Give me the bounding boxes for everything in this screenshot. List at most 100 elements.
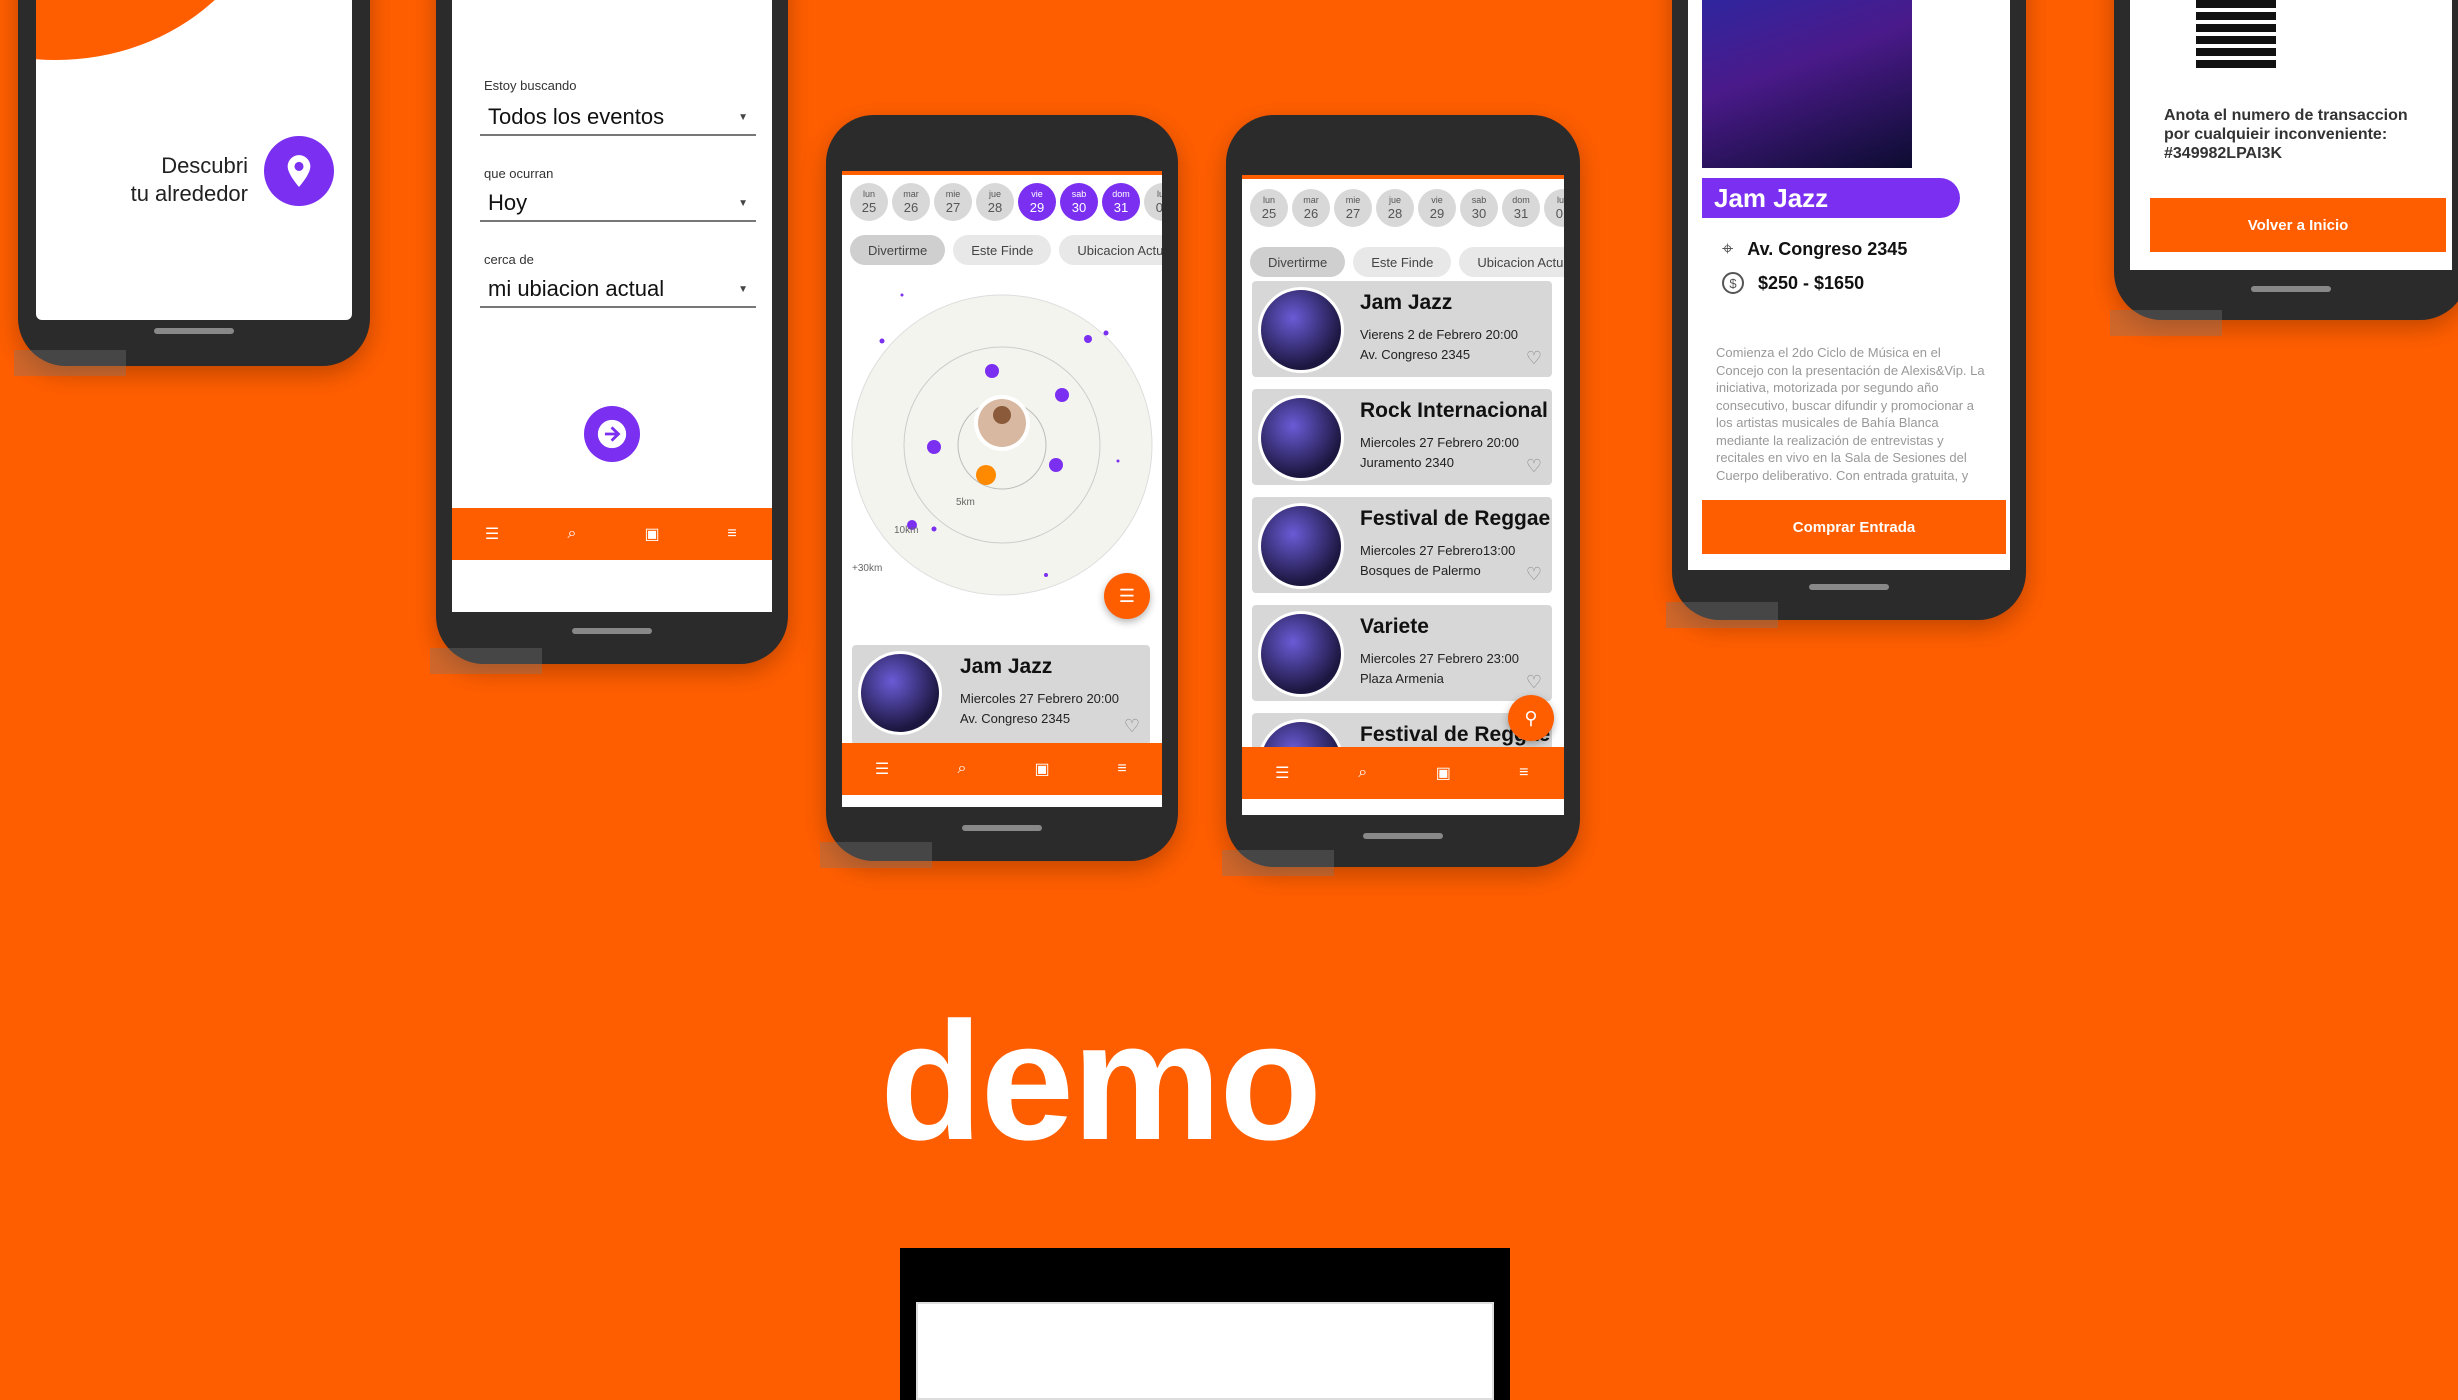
date-chip[interactable]: lun01 [1144, 183, 1162, 221]
filter-icon[interactable]: ≡ [1512, 761, 1536, 785]
event-date: Miercoles 27 Febrero 20:00 [1360, 435, 1519, 450]
filter-chip[interactable]: Divertirme [1250, 247, 1346, 277]
date-chip[interactable]: jue 28 [1376, 189, 1414, 227]
when-dropdown[interactable]: Hoy ▼ [480, 190, 756, 222]
home-indicator [2251, 286, 2331, 292]
radar-ring-5km: 5km [956, 497, 975, 508]
link-fab[interactable]: ⚲ [1508, 695, 1554, 741]
event-title: Rock Internacional [1360, 399, 1548, 422]
date-chip-number: 27 [1345, 206, 1361, 221]
search-submit-button[interactable] [584, 406, 640, 462]
date-chip[interactable]: lun 25 [1250, 189, 1288, 227]
menu-icon[interactable]: ☰ [1270, 761, 1294, 785]
heart-icon[interactable]: ♡ [1526, 456, 1542, 477]
heart-icon[interactable]: ♡ [1526, 564, 1542, 585]
event-card[interactable]: Festival de Reggae♡ [1252, 713, 1552, 751]
field3-label: cerca de [484, 252, 534, 267]
search-icon[interactable]: ⌕ [950, 757, 974, 781]
filter-chip[interactable]: Este Finde [953, 235, 1052, 265]
date-strip: lun25mar26mie27jue28vie29sab30dom31lun01 [842, 183, 1162, 221]
calendar-icon[interactable]: ▣ [1030, 757, 1054, 781]
detail-description: Comienza el 2do Ciclo de Música en el Co… [1716, 345, 1985, 483]
date-chip[interactable]: lun 25 [850, 183, 888, 221]
event-card[interactable]: Jam Jazz Vierens 2 de Febrero 20:00 Av. Co… [1252, 281, 1552, 377]
event-type-dropdown[interactable]: Todos los eventos ▼ [480, 104, 756, 136]
date-chip[interactable]: sab 30 [1460, 189, 1498, 227]
event-card[interactable]: Rock Internacional Miercoles 27 Febrero 2… [1252, 389, 1552, 485]
date-chip-number: 01 [1555, 206, 1564, 221]
event-title: Jam Jazz [1360, 291, 1453, 314]
filter-icon[interactable]: ≡ [1110, 757, 1134, 781]
date-chip[interactable]: dom 31 [1102, 183, 1140, 221]
phone-event-detail: Jam Jazz ⌖ Av. Congreso 2345 $ $250 - $1… [1672, 0, 2026, 620]
filter-icon[interactable]: ≡ [720, 522, 744, 546]
filter-chip[interactable]: Ubicacion Actual [1059, 235, 1162, 265]
heart-icon[interactable]: ♡ [1526, 348, 1542, 369]
near-dropdown[interactable]: mi ubiacion actual ▼ [480, 276, 756, 308]
date-chip[interactable]: dom 31 [1502, 189, 1540, 227]
menu-icon[interactable]: ☰ [870, 757, 894, 781]
home-indicator [1809, 584, 1889, 590]
date-chip[interactable]: sab 30 [1060, 183, 1098, 221]
event-place: Juramento 2340 [1360, 455, 1454, 470]
calendar-icon[interactable]: ▣ [640, 522, 664, 546]
watermark [14, 350, 126, 376]
date-chip[interactable]: mar 26 [892, 183, 930, 221]
heart-icon[interactable]: ♡ [1526, 672, 1542, 693]
calendar-icon[interactable]: ▣ [1431, 761, 1455, 785]
back-to-home-button[interactable]: Volver a Inicio [2150, 198, 2446, 252]
search-icon[interactable]: ⌕ [1351, 761, 1375, 785]
date-chip[interactable]: vie 29 [1418, 189, 1456, 227]
event-title: Jam Jazz [960, 655, 1053, 678]
event-card[interactable]: Variete Miercoles 27 Febrero 23:00 Plaza A… [1252, 605, 1552, 701]
event-date: Miercoles 27 Febrero 20:00 [960, 691, 1119, 706]
date-chip-day: lun [1556, 195, 1564, 205]
watermark [1666, 602, 1778, 628]
chevron-down-icon: ▼ [738, 111, 748, 123]
watermark [2110, 310, 2222, 336]
date-chip-number: 25 [1261, 206, 1277, 221]
date-chip[interactable]: vie 29 [1018, 183, 1056, 221]
menu-icon[interactable]: ☰ [480, 522, 504, 546]
bottom-nav: ☰ ⌕ ▣ ≡ [842, 743, 1162, 795]
date-chip-day: sab [1071, 189, 1087, 199]
filter-chip[interactable]: Divertirme [850, 235, 946, 265]
radar-map[interactable]: 5km 10km +30km [842, 275, 1162, 615]
date-chip[interactable]: mar 26 [1292, 189, 1330, 227]
event-card[interactable]: Festival de Reggae Miercoles 27 Febrero13… [1252, 497, 1552, 593]
heart-icon[interactable]: ♡ [1124, 716, 1140, 737]
splash-line1: Descubri [161, 153, 248, 178]
filter-chip[interactable]: Este Finde [1353, 247, 1452, 277]
date-chip-day: jue [1388, 195, 1401, 205]
date-chip-number: 01 [1155, 200, 1162, 215]
buy-ticket-button[interactable]: Comprar Entrada [1702, 500, 2006, 554]
radar-ring-30km: +30km [852, 563, 882, 574]
watermark [1222, 850, 1334, 876]
date-chip[interactable]: mie 27 [934, 183, 972, 221]
event-thumbnail [1258, 395, 1344, 481]
video-screen [916, 1302, 1494, 1400]
date-strip: lun25mar26mie27jue28vie29sab30dom31lun01 [1242, 189, 1564, 227]
list-view-fab[interactable]: ☰ [1104, 573, 1150, 619]
date-chip-number: 26 [1303, 206, 1319, 221]
detail-address-row: ⌖ Av. Congreso 2345 [1722, 238, 1907, 261]
home-indicator [572, 628, 652, 634]
location-pin-button[interactable] [264, 136, 334, 206]
search-icon[interactable]: ⌕ [560, 522, 584, 546]
demo-heading: demo [880, 987, 1322, 1175]
date-chip-number: 26 [903, 200, 919, 215]
date-chip-number: 29 [1429, 206, 1445, 221]
radar-event-card[interactable]: Jam Jazz Miercoles 27 Febrero 20:00 Av. … [852, 645, 1150, 745]
date-chip[interactable]: jue 28 [976, 183, 1014, 221]
date-chip-number: 31 [1113, 200, 1129, 215]
dollar-icon: $ [1722, 272, 1744, 294]
date-chip[interactable]: lun01 [1544, 189, 1564, 227]
date-chip-day: dom [1512, 195, 1530, 205]
event-date: Miercoles 27 Febrero 23:00 [1360, 651, 1519, 666]
date-chip-day: sab [1471, 195, 1487, 205]
phone-ticket: Anota el numero de transaccion por cualq… [2114, 0, 2458, 320]
date-chip[interactable]: mie 27 [1334, 189, 1372, 227]
filter-chip[interactable]: Ubicacion Actual [1459, 247, 1564, 277]
phone-event-list: lun25mar26mie27jue28vie29sab30dom31lun01… [1226, 115, 1580, 867]
event-thumbnail [1258, 503, 1344, 589]
